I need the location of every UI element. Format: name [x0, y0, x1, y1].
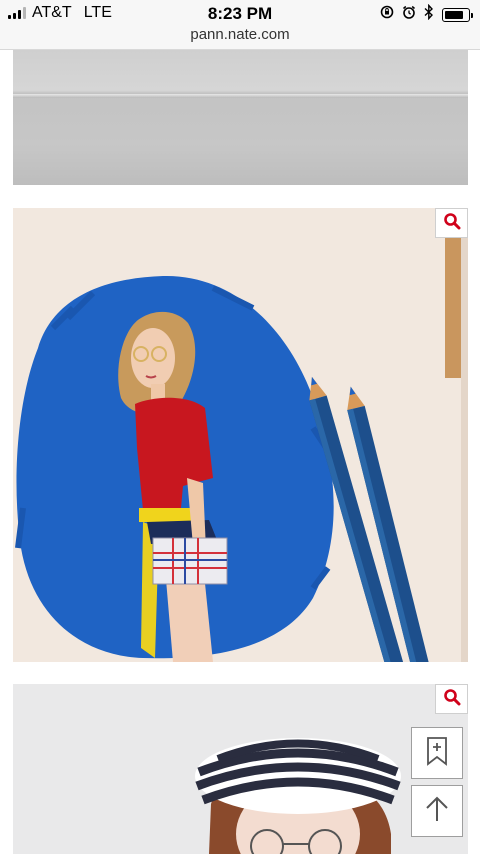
- article-image-2: [13, 208, 468, 662]
- status-right: [380, 3, 473, 25]
- article-image-1: [13, 50, 468, 185]
- article-image-3: [13, 684, 468, 854]
- status-bar: AT&T LTE 8:23 PM pann.nate.com: [0, 0, 480, 50]
- bookmark-add-button[interactable]: [411, 727, 463, 779]
- rotation-lock-icon: [380, 5, 394, 24]
- bluetooth-icon: [424, 3, 434, 25]
- scroll-top-button[interactable]: [411, 785, 463, 837]
- bookmark-add-icon: [426, 736, 448, 771]
- paper-fold: [13, 94, 468, 98]
- alarm-icon: [402, 5, 416, 24]
- girl-drawing-illustration: [15, 208, 468, 662]
- zoom-icon: [443, 688, 461, 711]
- arrow-up-icon: [424, 795, 450, 828]
- beret-drawing-illustration: [195, 738, 401, 854]
- zoom-button[interactable]: [435, 208, 468, 238]
- battery-icon: [442, 7, 473, 22]
- page: AT&T LTE 8:23 PM pann.nate.com: [0, 0, 480, 854]
- zoom-icon: [443, 212, 461, 235]
- url-bar[interactable]: pann.nate.com: [0, 26, 480, 43]
- zoom-button[interactable]: [435, 684, 468, 714]
